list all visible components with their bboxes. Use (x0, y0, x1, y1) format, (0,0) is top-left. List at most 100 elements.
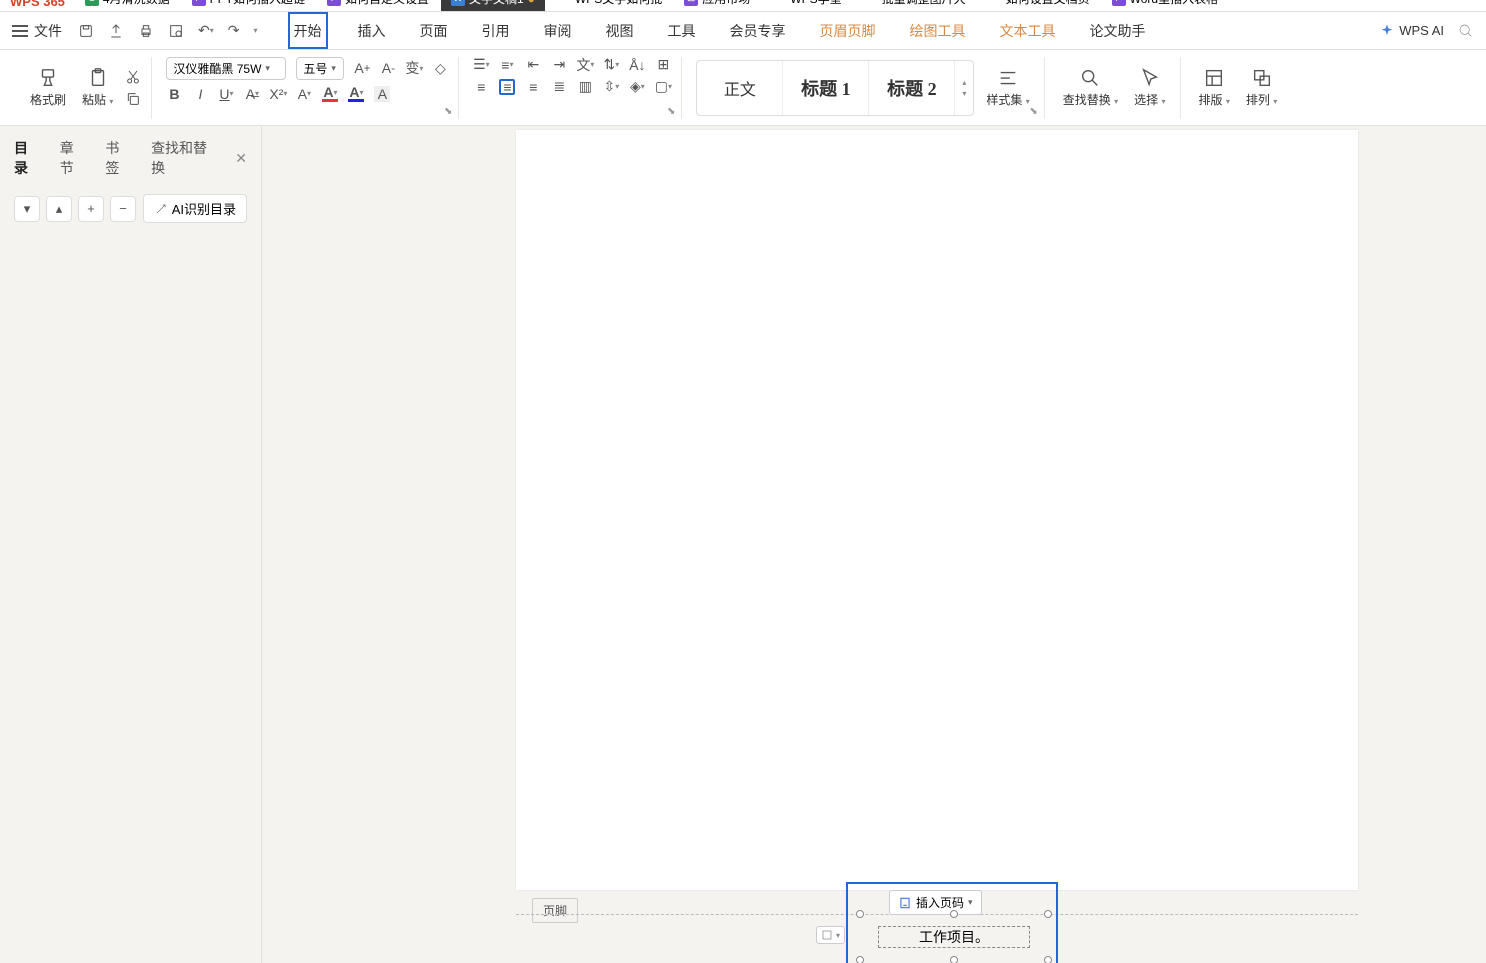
menu-tab-member[interactable]: 会员专享 (726, 12, 790, 49)
paste-button[interactable]: 粘贴 ▾ (78, 65, 117, 110)
decrease-font-icon[interactable]: A- (380, 60, 396, 76)
borders-icon[interactable]: ▢▾ (655, 79, 671, 95)
file-menu[interactable]: 文件 (34, 21, 62, 41)
copy-icon[interactable] (125, 91, 141, 107)
paragraph-options-button[interactable]: ▾ (816, 926, 845, 944)
font-size-select[interactable]: 五号▾ (296, 57, 344, 80)
doc-tab[interactable]: WWPS文字如何批 (547, 0, 672, 11)
doc-tab[interactable]: PWord里插入表格 (1102, 0, 1228, 11)
doc-tab[interactable]: W如何设置文档页 (978, 0, 1100, 11)
sidebar-tab-find[interactable]: 查找和替换 (151, 138, 215, 178)
style-normal[interactable]: 正文 (697, 61, 783, 115)
font-dialog-launcher[interactable]: ⬊ (444, 106, 452, 117)
highlight-icon[interactable]: A▾ (322, 86, 338, 102)
doc-tab[interactable]: PPPT如何插入超链 (182, 0, 315, 11)
styles-dialog-launcher[interactable]: ⬊ (1029, 106, 1037, 117)
shading-icon[interactable]: ◈▾ (629, 79, 645, 95)
menu-tab-thesis[interactable]: 论文助手 (1086, 12, 1150, 49)
sidebar-tab-chapter[interactable]: 章节 (60, 138, 86, 178)
paragraph-marks-icon[interactable]: ⊞ (655, 57, 671, 73)
font-color-icon[interactable]: A▾ (348, 86, 364, 102)
menu-tab-insert[interactable]: 插入 (354, 12, 390, 49)
menu-tab-page[interactable]: 页面 (416, 12, 452, 49)
resize-handle[interactable] (1044, 956, 1052, 963)
resize-handle[interactable] (950, 956, 958, 963)
insert-page-number-button[interactable]: 插入页码▾ (889, 890, 982, 915)
ai-catalog-button[interactable]: AI识别目录 (143, 194, 247, 223)
resize-handle[interactable] (950, 910, 958, 918)
redo-button[interactable]: ↷ (228, 22, 240, 39)
align-right-icon[interactable]: ≡ (525, 79, 541, 95)
doc-tab[interactable]: P如何自定义设置 (317, 0, 439, 11)
sidebar-tab-bookmark[interactable]: 书签 (105, 138, 131, 178)
share-icon[interactable] (108, 23, 124, 39)
align-center-icon[interactable]: ≡ (499, 79, 515, 95)
doc-tab[interactable]: ⊞应用市场 (674, 0, 760, 11)
strikethrough-icon[interactable]: A̶▾ (244, 86, 260, 102)
document-area[interactable]: 页脚 插入页码▾ ▾ 工作项目。 (262, 126, 1486, 963)
align-left-icon[interactable]: ≡ (473, 79, 489, 95)
underline-icon[interactable]: U▾ (218, 86, 234, 102)
text-effects-icon[interactable]: A▾ (296, 86, 312, 102)
style-heading2[interactable]: 标题 2 (869, 61, 955, 115)
doc-tab[interactable]: S4月清洗数据 (75, 0, 180, 11)
clear-format-icon[interactable]: ◇ (432, 60, 448, 76)
hamburger-icon[interactable] (12, 25, 28, 37)
bold-icon[interactable]: B (166, 86, 182, 102)
expand-down-button[interactable]: ▾ (14, 196, 40, 222)
distribute-icon[interactable]: ▥ (577, 79, 593, 95)
number-list-icon[interactable]: ≡▾ (499, 57, 515, 73)
style-gallery-more[interactable]: ▴▾ (955, 78, 973, 98)
bullet-list-icon[interactable]: ☰▾ (473, 57, 489, 73)
collapse-up-button[interactable]: ▴ (46, 196, 72, 222)
menu-tab-references[interactable]: 引用 (478, 12, 514, 49)
search-icon[interactable] (1458, 23, 1474, 39)
doc-tab[interactable]: WWPS学堂 (762, 0, 851, 11)
menu-tab-review[interactable]: 审阅 (540, 12, 576, 49)
menu-tab-view[interactable]: 视图 (602, 12, 638, 49)
save-icon[interactable] (78, 23, 94, 39)
menu-tab-header-footer[interactable]: 页眉页脚 (816, 12, 880, 49)
decrease-indent-icon[interactable]: ⇤ (525, 57, 541, 73)
superscript-icon[interactable]: X²▾ (270, 86, 286, 102)
char-shading-icon[interactable]: A (374, 86, 390, 102)
style-heading1[interactable]: 标题 1 (783, 61, 869, 115)
paragraph-dialog-launcher[interactable]: ⬊ (667, 106, 675, 117)
qat-more[interactable]: ▾ (253, 26, 257, 35)
format-painter-button[interactable]: 格式刷 (26, 65, 70, 110)
resize-handle[interactable] (856, 956, 864, 963)
footer-textbox[interactable]: 工作项目。 (860, 914, 1048, 960)
resize-handle[interactable] (856, 910, 864, 918)
increase-font-icon[interactable]: A+ (354, 60, 370, 76)
select-button[interactable]: 选择 ▾ (1130, 65, 1169, 110)
show-marks-icon[interactable]: Å↓ (629, 57, 645, 73)
undo-button[interactable]: ↶▾ (198, 22, 214, 39)
change-case-icon[interactable]: 变▾ (406, 60, 422, 76)
sidebar-tab-catalog[interactable]: 目录 (14, 138, 40, 178)
add-button[interactable]: + (78, 196, 104, 222)
line-spacing-icon[interactable]: ⇳▾ (603, 79, 619, 95)
style-gallery[interactable]: 正文 标题 1 标题 2 ▴▾ (696, 60, 974, 116)
find-replace-button[interactable]: 查找替换 ▾ (1059, 65, 1122, 110)
menu-tab-drawing-tools[interactable]: 绘图工具 (906, 12, 970, 49)
align-justify-icon[interactable]: ≣ (551, 79, 567, 95)
menu-tab-home[interactable]: 开始 (288, 12, 328, 49)
menu-tab-text-tools[interactable]: 文本工具 (996, 12, 1060, 49)
sort-icon[interactable]: ⇅▾ (603, 57, 619, 73)
close-sidebar-icon[interactable]: ✕ (235, 150, 247, 167)
resize-handle[interactable] (1044, 910, 1052, 918)
cut-icon[interactable] (125, 69, 141, 85)
document-page[interactable] (516, 130, 1358, 890)
menu-tab-tools[interactable]: 工具 (664, 12, 700, 49)
font-family-select[interactable]: 汉仪雅酷黑 75W▾ (166, 57, 286, 80)
doc-tab-active[interactable]: W文字文稿1● (441, 0, 545, 11)
arrange-button[interactable]: 排列 ▾ (1242, 65, 1281, 110)
text-direction-icon[interactable]: 文▾ (577, 57, 593, 73)
doc-tab[interactable]: W批量调整图片大 (854, 0, 976, 11)
remove-button[interactable]: − (110, 196, 136, 222)
increase-indent-icon[interactable]: ⇥ (551, 57, 567, 73)
print-icon[interactable] (138, 23, 154, 39)
footer-text-content[interactable]: 工作项目。 (878, 926, 1030, 948)
preview-icon[interactable] (168, 23, 184, 39)
wps-ai-button[interactable]: WPS AI (1379, 23, 1444, 39)
